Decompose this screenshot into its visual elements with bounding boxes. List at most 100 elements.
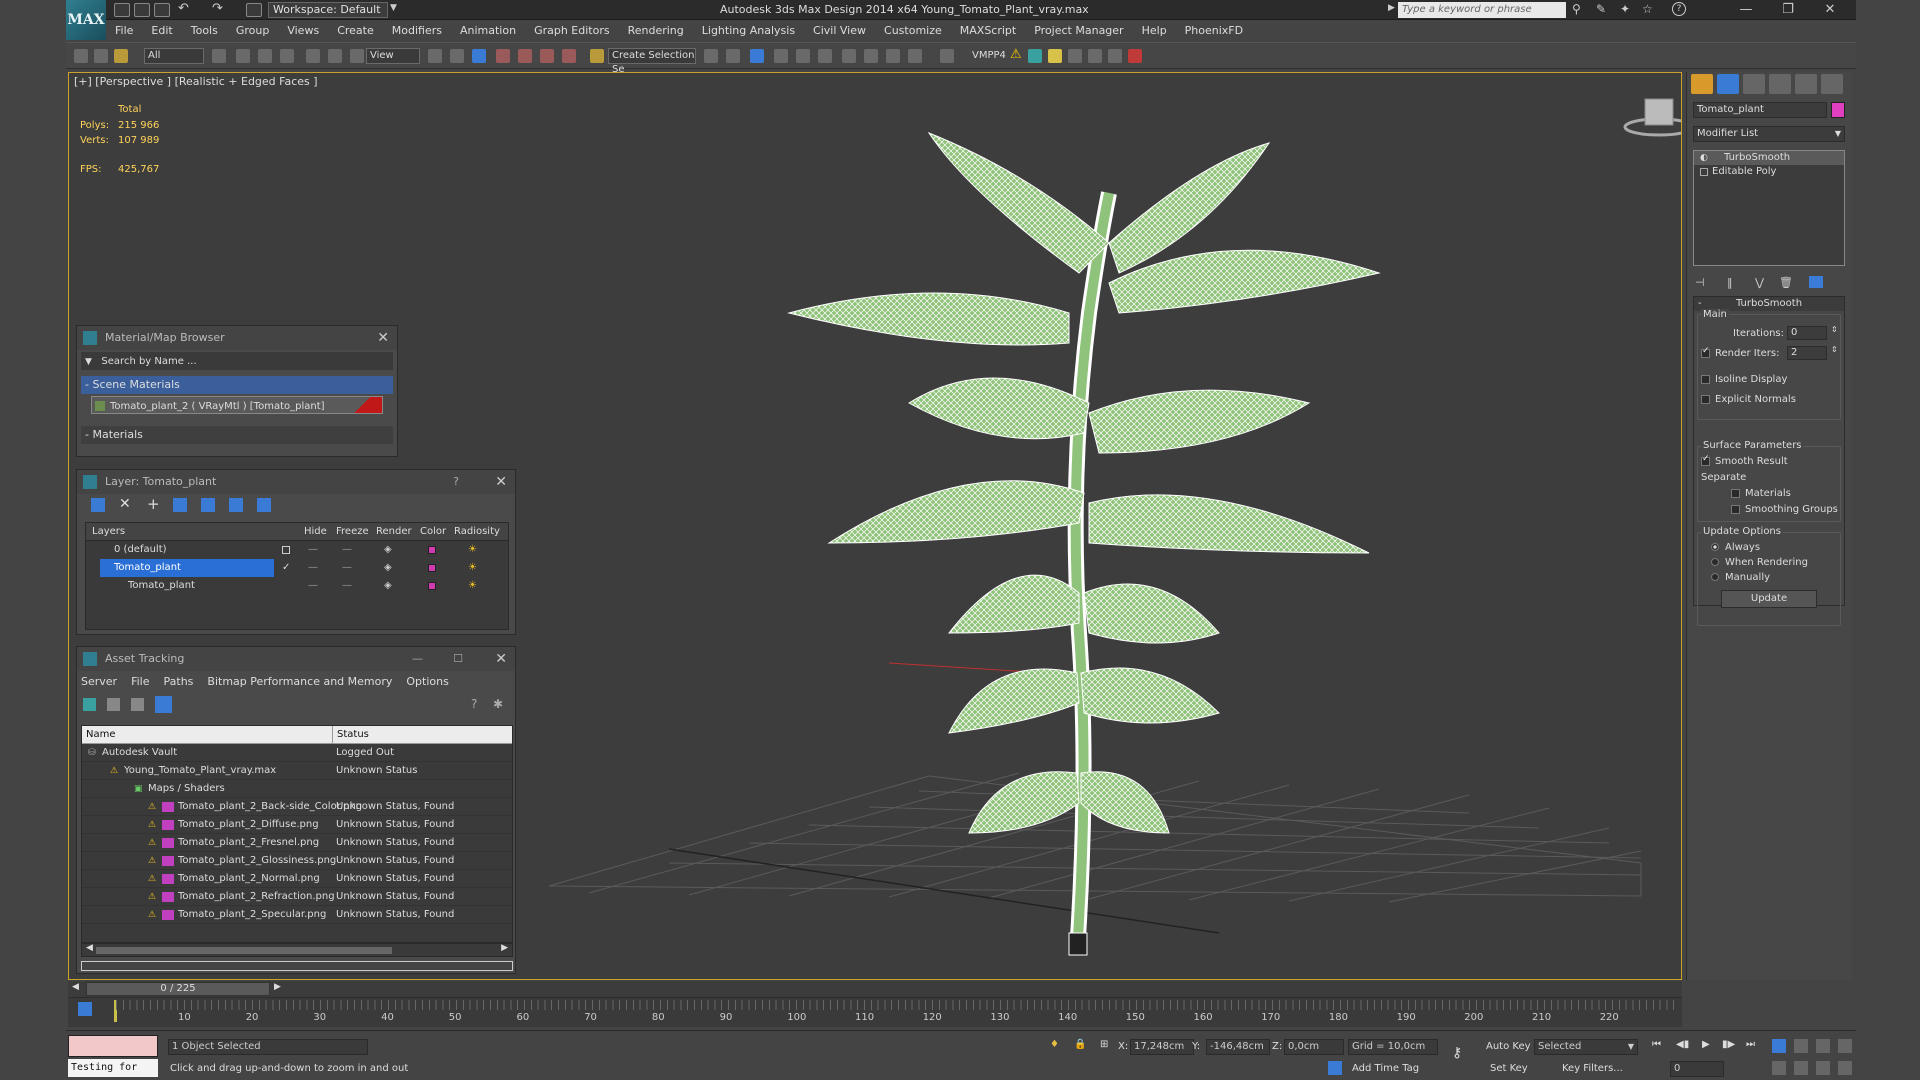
col-freeze[interactable]: Freeze (336, 523, 369, 541)
smooth-result-checkbox[interactable] (1701, 454, 1710, 466)
bind-spacewarp-icon[interactable] (114, 49, 128, 63)
menu-help[interactable]: Help (1133, 21, 1176, 41)
play-icon[interactable]: ▶ (1702, 1039, 1710, 1050)
edit-named-selection-icon[interactable] (590, 49, 604, 63)
freeze-toggle-icon[interactable]: — (342, 541, 352, 559)
lightbulb-icon[interactable]: ◐ (1700, 151, 1708, 165)
angle-snap-icon[interactable] (518, 49, 532, 63)
viewport-label[interactable]: [+] [Perspective ] [Realistic + Edged Fa… (74, 75, 318, 88)
isolate-selection-icon[interactable]: ♦ (1050, 1039, 1059, 1050)
rendered-frame-window-icon[interactable] (886, 49, 900, 63)
object-name-field[interactable]: Tomato_plant (1693, 102, 1827, 118)
link-icon[interactable] (74, 49, 88, 63)
asset-row[interactable]: ⚠ Young_Tomato_Plant_vray.max Unknown Stat… (82, 762, 512, 780)
menu-graph-editors[interactable]: Graph Editors (525, 21, 619, 41)
x-coordinate-field[interactable]: 17,248cm (1130, 1039, 1194, 1055)
time-slider-thumb[interactable]: 0 / 225 (86, 982, 270, 996)
detail-view-icon[interactable] (131, 698, 144, 711)
menu-views[interactable]: Views (278, 21, 328, 41)
snaps-toggle-icon[interactable] (496, 49, 510, 63)
spinner-arrows-icon[interactable]: ⇕ (1831, 325, 1838, 334)
iterations-spinner[interactable]: 0 (1787, 326, 1827, 340)
smoothing-groups-row[interactable]: Smoothing Groups (1731, 504, 1838, 515)
maxscript-mini-listener[interactable]: Testing for (68, 1059, 158, 1077)
select-region-icon[interactable] (258, 49, 272, 63)
asset-row[interactable]: ⚠ Tomato_plant_2_Specular.png Unknown Stat… (82, 906, 512, 924)
zoom-extents-all-icon[interactable] (1838, 1039, 1852, 1053)
layer-row[interactable]: Tomato_plant — — ◈ ☀ (86, 577, 508, 595)
update-button[interactable]: Update (1721, 590, 1817, 608)
expand-box-icon[interactable] (1700, 168, 1708, 176)
open-file-icon[interactable] (134, 3, 150, 17)
utilities-tab-icon[interactable] (1821, 74, 1843, 94)
asset-row[interactable]: ⚠ Tomato_plant_2_Fresnel.png Unknown Statu… (82, 834, 512, 852)
toggle-ribbon-icon[interactable] (774, 49, 788, 63)
render-iters-checkbox[interactable] (1701, 346, 1710, 358)
help-icon[interactable]: ? (1672, 2, 1686, 16)
lock-icon[interactable]: 🔒 (1074, 1039, 1086, 1050)
add-time-tag-button[interactable]: Add Time Tag (1352, 1063, 1419, 1074)
radiosity-icon[interactable]: ☀ (468, 577, 477, 595)
mirror-icon[interactable] (704, 49, 718, 63)
next-frame-icon[interactable]: ▶ (274, 982, 281, 992)
maximize-viewport-icon[interactable] (1838, 1061, 1852, 1075)
menu-create[interactable]: Create (328, 21, 383, 41)
previous-frame-icon[interactable]: ◀▮ (1676, 1039, 1689, 1050)
save-file-icon[interactable] (154, 3, 170, 17)
favorites-star-icon[interactable]: ☆ (1642, 2, 1653, 16)
list-view-icon[interactable] (107, 698, 120, 711)
active-layer-toggle[interactable] (282, 546, 290, 554)
col-status[interactable]: Status (332, 726, 369, 744)
goto-end-icon[interactable]: ⏭ (1746, 1039, 1755, 1050)
modify-tab-icon[interactable] (1717, 74, 1739, 94)
selection-filter-dropdown[interactable]: All (144, 48, 204, 64)
prev-frame-icon[interactable]: ◀ (72, 982, 79, 992)
layer-explorer-icon[interactable] (750, 49, 764, 63)
track-bar[interactable]: 10 20 30 40 50 60 70 80 90 100 110 120 130 140 150 160 1… (68, 997, 1682, 1027)
set-key-button[interactable]: Set Key (1490, 1063, 1528, 1074)
select-manipulate-icon[interactable] (450, 49, 464, 63)
freeze-toggle-icon[interactable]: — (342, 559, 352, 577)
freeze-unfreeze-all-icon[interactable] (257, 498, 271, 512)
asset-row[interactable]: ⚠ Tomato_plant_2_Normal.png Unknown Status… (82, 870, 512, 888)
layer-manager-titlebar[interactable]: Layer: Tomato_plant ? ✕ (77, 470, 515, 494)
z-coordinate-field[interactable]: 0,0cm (1284, 1039, 1344, 1055)
material-item[interactable]: Tomato_plant_2 ( VRayMtl ) [Tomato_plant… (91, 396, 383, 414)
binoculars-icon[interactable]: ⚲ (1572, 2, 1581, 16)
explicit-normals-checkbox[interactable] (1701, 394, 1710, 404)
close-icon[interactable]: ✕ (495, 647, 507, 671)
minimize-icon[interactable]: — (1726, 0, 1766, 20)
tools-icon[interactable]: ✎ (1596, 2, 1606, 16)
stack-item-editable-poly[interactable]: Editable Poly (1694, 165, 1844, 179)
maxscript-listener-pink[interactable] (68, 1035, 158, 1057)
zoom-icon[interactable] (1772, 1039, 1786, 1053)
zoom-extents-icon[interactable] (1816, 1039, 1830, 1053)
menu-phoenixfd[interactable]: PhoenixFD (1176, 21, 1252, 41)
asset-tracking-titlebar[interactable]: Asset Tracking — ☐ ✕ (77, 647, 515, 671)
radiosity-icon[interactable]: ☀ (468, 541, 477, 559)
col-layers[interactable]: Layers (92, 523, 125, 541)
key-mode-dropdown[interactable]: Selected ▼ (1534, 1039, 1638, 1055)
manually-row[interactable]: Manually (1711, 572, 1770, 583)
layer-color-swatch[interactable] (428, 582, 436, 590)
menu-tools[interactable]: Tools (182, 21, 227, 41)
scroll-left-icon[interactable]: ◀ (86, 943, 93, 953)
isoline-display-checkbox[interactable] (1701, 374, 1710, 384)
time-tag-icon[interactable] (1328, 1061, 1342, 1075)
reference-coordinate-dropdown[interactable]: View (366, 48, 420, 64)
render-setup-icon[interactable] (864, 49, 878, 63)
scene-materials-header[interactable]: - Scene Materials (81, 376, 393, 394)
absolute-mode-icon[interactable]: ⊞ (1100, 1039, 1108, 1050)
render-production-icon[interactable] (908, 49, 922, 63)
materials-section-header[interactable]: - Materials (81, 426, 393, 444)
menu-lighting-analysis[interactable]: Lighting Analysis (693, 21, 804, 41)
app-logo-button[interactable]: MAX (66, 0, 106, 40)
menu-modifiers[interactable]: Modifiers (383, 21, 451, 41)
pan-view-icon[interactable] (1794, 1061, 1808, 1075)
materials-checkbox[interactable] (1731, 488, 1740, 498)
vray-fur-icon[interactable] (1108, 49, 1122, 63)
orbit-icon[interactable] (1816, 1061, 1830, 1075)
maximize-icon[interactable]: ❐ (1768, 0, 1808, 20)
select-object-icon[interactable] (212, 49, 226, 63)
hide-toggle-icon[interactable]: — (308, 559, 318, 577)
